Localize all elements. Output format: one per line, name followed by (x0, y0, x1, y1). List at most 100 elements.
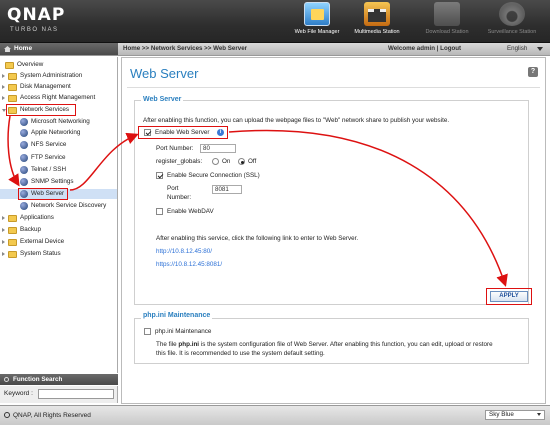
sidebar-item-snmp-settings[interactable]: SNMP Settings (0, 177, 117, 187)
port-number-input[interactable]: 80 (200, 144, 236, 153)
expand-icon[interactable] (2, 251, 5, 256)
sidebar-item-label: Microsoft Networking (31, 118, 90, 125)
expand-icon[interactable] (2, 95, 5, 100)
multimedia-station-label: Multimedia Station (354, 29, 400, 35)
https-link[interactable]: https://10.8.12.45:8081/ (156, 261, 222, 268)
sidebar-item-backup[interactable]: Backup (0, 225, 117, 235)
download-station-label: Download Station (425, 29, 469, 35)
home-tab[interactable]: Home (0, 43, 118, 55)
sidebar-item-ftp-service[interactable]: FTP Service (0, 153, 117, 163)
sidebar-item-label: System Administration (20, 72, 83, 79)
folder-icon (8, 84, 17, 91)
snmp-icon (20, 178, 28, 186)
multimedia-station-button[interactable]: Multimedia Station (348, 2, 406, 40)
help-icon[interactable]: ? (528, 67, 538, 77)
sidebar-item-label: Applications (20, 214, 54, 221)
ssl-port-input[interactable]: 8081 (212, 185, 242, 194)
title-divider (127, 87, 540, 88)
qnap-logo: QNAP (7, 5, 66, 25)
folder-icon (304, 2, 330, 26)
folder-icon (8, 251, 17, 258)
skin-select[interactable]: Sky Blue (485, 410, 545, 420)
turbo-nas-label: TURBO NAS (10, 27, 59, 33)
expand-icon[interactable] (2, 239, 5, 244)
download-station-button[interactable]: Download Station (418, 2, 476, 40)
web-server-section-title: Web Server (141, 96, 184, 103)
sidebar-item-label: Backup (20, 226, 42, 233)
sidebar-item-label: Apple Networking (31, 129, 81, 136)
web-file-manager-label: Web File Manager (294, 29, 340, 35)
register-globals-off-radio[interactable] (238, 158, 245, 165)
enable-webdav-label: Enable WebDAV (167, 208, 214, 215)
sidebar-item-label: Access Right Management (20, 94, 96, 101)
ssl-port-label-line1: Port (167, 185, 179, 192)
page-icon (5, 62, 14, 69)
breadcrumb[interactable]: Home >> Network Services >> Web Server (123, 43, 247, 55)
php-ini-maintenance-label: php.ini Maintenance (155, 328, 212, 335)
discovery-icon (20, 202, 28, 210)
expand-icon[interactable] (2, 73, 5, 78)
copyright-text: QNAP, All Rights Reserved (13, 412, 91, 419)
chevron-down-icon (537, 413, 541, 416)
sidebar-nav: Overview System Administration Disk Mana… (0, 57, 118, 373)
sidebar-item-telnet-ssh[interactable]: Telnet / SSH (0, 165, 117, 175)
folder-icon (8, 73, 17, 80)
expand-icon[interactable] (2, 227, 5, 232)
sidebar-item-applications[interactable]: Applications (0, 213, 117, 223)
windows-icon (20, 118, 28, 126)
sidebar-item-label: NFS Service (31, 141, 67, 148)
sidebar-item-overview[interactable]: Overview (0, 60, 117, 70)
sidebar-item-label: Telnet / SSH (31, 166, 66, 173)
sidebar-item-label: SNMP Settings (31, 178, 74, 185)
register-globals-on-label: On (222, 158, 231, 165)
keyword-input[interactable] (38, 389, 114, 399)
network-services-highlight (6, 104, 76, 116)
register-globals-on-radio[interactable] (212, 158, 219, 165)
welcome-logout[interactable]: Welcome admin | Logout (388, 43, 461, 55)
enable-ssl-checkbox[interactable] (156, 172, 163, 179)
expand-icon[interactable] (2, 215, 5, 220)
folder-icon (8, 95, 17, 102)
enable-web-server-highlight (138, 126, 228, 139)
php-ini-maintenance-checkbox[interactable] (144, 328, 151, 335)
language-select[interactable]: English (507, 43, 527, 55)
search-icon (4, 377, 9, 382)
link-note: After enabling this service, click the f… (156, 235, 359, 242)
sidebar-item-system-administration[interactable]: System Administration (0, 71, 117, 81)
web-server-description: After enabling this function, you can up… (143, 117, 450, 124)
folder-icon (8, 227, 17, 234)
folder-icon (8, 215, 17, 222)
apple-icon (20, 129, 28, 137)
sidebar-item-microsoft-networking[interactable]: Microsoft Networking (0, 117, 117, 127)
web-server-highlight (18, 188, 68, 200)
expand-icon[interactable] (2, 84, 5, 89)
php-ini-description-line1: The file php.ini is the system configura… (156, 341, 493, 348)
sidebar-item-label: FTP Service (31, 154, 66, 161)
enable-ssl-label: Enable Secure Connection (SSL) (167, 172, 260, 179)
sidebar-item-network-service-discovery[interactable]: Network Service Discovery (0, 201, 117, 211)
web-file-manager-button[interactable]: Web File Manager (288, 2, 346, 40)
sidebar-item-apple-networking[interactable]: Apple Networking (0, 128, 117, 138)
camera-icon (499, 2, 525, 26)
sidebar-item-label: Disk Management (20, 83, 71, 90)
film-icon (364, 2, 390, 26)
sidebar-item-label: System Status (20, 250, 61, 257)
http-link[interactable]: http://10.8.12.45:80/ (156, 248, 212, 255)
register-globals-off-label: Off (248, 158, 257, 165)
top-header: QNAP TURBO NAS Web File Manager Multimed… (0, 0, 550, 43)
home-icon (4, 46, 11, 52)
php-ini-description-line2: this file. It is recommended to use the … (156, 350, 325, 357)
sidebar-item-disk-management[interactable]: Disk Management (0, 82, 117, 92)
sidebar-item-external-device[interactable]: External Device (0, 237, 117, 247)
register-globals-label: register_globals: (156, 158, 203, 165)
ssl-port-label-line2: Number: (167, 194, 192, 201)
sidebar-item-system-status[interactable]: System Status (0, 249, 117, 259)
sidebar-item-nfs-service[interactable]: NFS Service (0, 140, 117, 150)
surveillance-station-button[interactable]: Surveillance Station (483, 2, 541, 40)
sidebar-item-access-right-management[interactable]: Access Right Management (0, 93, 117, 103)
sidebar-item-label: Network Service Discovery (31, 202, 107, 209)
nfs-icon (20, 141, 28, 149)
enable-webdav-checkbox[interactable] (156, 208, 163, 215)
sidebar-item-label: Overview (17, 61, 44, 68)
surveillance-station-label: Surveillance Station (487, 29, 537, 35)
